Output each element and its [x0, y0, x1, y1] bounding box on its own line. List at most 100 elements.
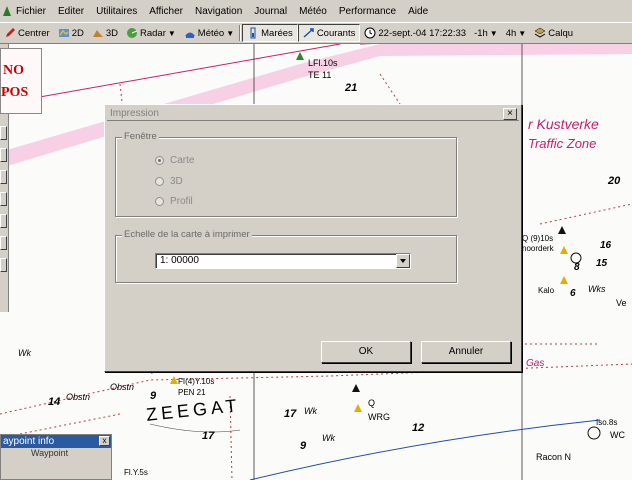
depth-21: 21 [345, 82, 358, 94]
chart-label-fly: Fl.Y.5s [124, 468, 148, 477]
cancel-button[interactable]: Annuler [421, 341, 511, 363]
radar-button[interactable]: Radar ▼ [122, 24, 180, 42]
radar-dropdown-icon[interactable]: ▼ [168, 29, 176, 38]
dialog-titlebar[interactable]: Impression × [107, 107, 519, 121]
radio-3d[interactable]: 3D [155, 176, 183, 187]
window-group-label: Fenêtre [122, 131, 159, 142]
center-button[interactable]: Centrer [0, 24, 54, 42]
depth-9-2: 9 [300, 440, 307, 452]
chart-label-pen21: PEN 21 [178, 388, 206, 397]
depth-15: 15 [596, 258, 608, 269]
chart-label-obstn-1: Obstn [110, 382, 135, 392]
minus-1h-dropdown-icon: ▼ [489, 28, 498, 38]
chart-label-kalo: Kalo [538, 286, 555, 295]
depth-17-wk: 17 [284, 408, 297, 420]
minus-1h-label: -1h [474, 27, 488, 39]
chart-label-racon: Racon N [536, 452, 572, 462]
chart-label-wks: Wks [588, 284, 606, 294]
radio-carte-label: Carte [170, 155, 195, 166]
menu-journal[interactable]: Journal [248, 6, 293, 17]
menu-bar: Fichier Editer Utilitaires Afficher Navi… [0, 0, 632, 22]
chart-label-iso: Iso.8s [596, 418, 618, 427]
radio-3d-dot [155, 177, 164, 186]
meteo-dropdown-icon[interactable]: ▼ [226, 29, 234, 38]
datetime-button[interactable]: 22-sept.-04 17:22:33 [360, 24, 470, 42]
chart-label-kardinal: noorderk [522, 244, 554, 253]
menu-afficher[interactable]: Afficher [143, 6, 189, 17]
meteo-button[interactable]: Météo ▼ [180, 24, 238, 42]
menu-meteo[interactable]: Météo [293, 6, 333, 17]
menu-performance[interactable]: Performance [333, 6, 402, 17]
depth-6: 6 [570, 288, 576, 299]
layers-button[interactable]: Calqu [530, 24, 577, 42]
instrument-text-1: NO [3, 63, 24, 78]
dialog-title: Impression [110, 108, 159, 119]
scale-select-value: 1: 00000 [160, 255, 199, 266]
waypoint-info-panel: aypoint info x Waypoint [0, 434, 112, 480]
layers-icon [534, 27, 546, 38]
waypoint-info-subtitle: Waypoint [31, 448, 69, 458]
plus-4h-button[interactable]: 4h ▼ [502, 24, 531, 42]
chart-label-traffic-zone: Traffic Zone [528, 136, 597, 151]
scale-select[interactable]: 1: 00000 [155, 253, 411, 269]
radio-carte-dot [155, 156, 164, 165]
center-label: Centrer [18, 27, 50, 39]
currents-button[interactable]: Courants [297, 24, 361, 42]
radar-icon [127, 28, 138, 38]
chart-label-ve: Ve [616, 298, 627, 308]
view-2d-button[interactable]: 2D [54, 24, 88, 42]
meteo-label: Météo [197, 27, 225, 39]
ok-button[interactable]: OK [321, 341, 411, 363]
chart-label-wk-2: Wk [304, 406, 317, 416]
layers-label: Calqu [548, 27, 574, 39]
side-tool-7[interactable] [0, 258, 7, 272]
chart-label-wc: WC [610, 430, 625, 440]
depth-12: 12 [412, 422, 425, 434]
weather-icon [184, 32, 195, 38]
menu-utilitaires[interactable]: Utilitaires [90, 6, 143, 17]
app-icon [3, 6, 11, 16]
radar-label: Radar [140, 27, 166, 39]
menu-aide[interactable]: Aide [402, 6, 434, 17]
print-dialog: Impression × Fenêtre Carte 3D Profil Ech… [104, 104, 522, 372]
tides-button[interactable]: Marées [242, 24, 298, 42]
scale-group-label: Echelle de la carte à imprimer [122, 229, 252, 240]
plus-4h-label: 4h [505, 27, 517, 39]
side-tool-3[interactable] [0, 170, 7, 184]
datetime-label: 22-sept.-04 17:22:33 [378, 27, 467, 39]
radio-3d-label: 3D [170, 176, 183, 187]
chart-label-wk-3: Wk [322, 433, 335, 443]
currents-label: Courants [316, 27, 356, 39]
depth-14: 14 [48, 396, 61, 408]
menu-navigation[interactable]: Navigation [189, 6, 248, 17]
dialog-close-button[interactable]: × [503, 108, 517, 120]
instrument-panel: NO POS [0, 48, 42, 114]
menu-fichier[interactable]: Fichier [12, 6, 52, 17]
radio-profil[interactable]: Profil [155, 196, 193, 207]
depth-8: 8 [574, 262, 580, 273]
chart-label-te11: TE 11 [308, 70, 332, 80]
menu-editer[interactable]: Editer [52, 6, 90, 17]
depth-16: 16 [600, 240, 612, 251]
minus-1h-button[interactable]: -1h ▼ [470, 24, 502, 42]
side-tool-5[interactable] [0, 214, 7, 228]
side-tool-1[interactable] [0, 126, 7, 140]
toolbar-separator [239, 25, 242, 41]
radio-carte[interactable]: Carte [155, 155, 194, 166]
pencil-icon [6, 28, 15, 37]
view-3d-button[interactable]: 3D [88, 24, 122, 42]
radio-profil-label: Profil [170, 196, 193, 207]
waypoint-close-button[interactable]: x [99, 436, 110, 446]
side-tool-4[interactable] [0, 192, 7, 206]
waypoint-info-titlebar[interactable]: aypoint info x [1, 435, 111, 448]
map-2d-icon [58, 29, 69, 37]
depth-9: 9 [150, 390, 157, 402]
chart-label-q: Q [368, 398, 376, 408]
waypoint-info-title: aypoint info [3, 436, 55, 447]
chart-label-lfl: LFl.10s [308, 58, 338, 68]
side-tool-6[interactable] [0, 236, 7, 250]
side-tool-2[interactable] [0, 148, 7, 162]
depth-20: 20 [608, 175, 621, 187]
view-3d-label: 3D [105, 27, 118, 39]
chevron-down-icon[interactable] [396, 254, 410, 268]
